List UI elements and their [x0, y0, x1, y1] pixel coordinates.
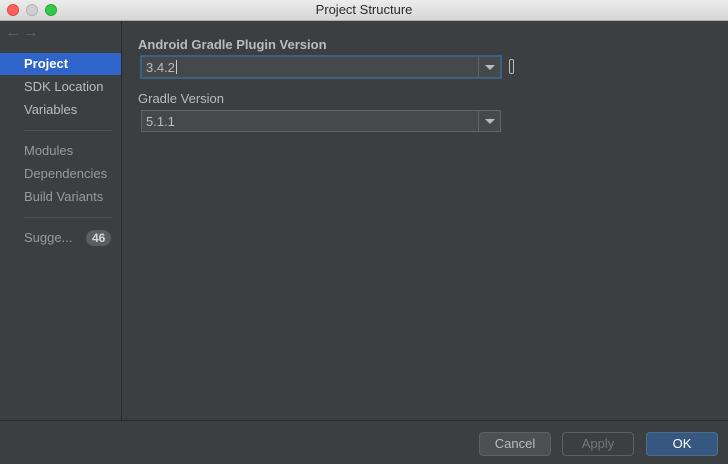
chevron-down-icon: [484, 64, 495, 70]
window-title: Project Structure: [315, 2, 413, 17]
agp-version-combobox[interactable]: 3.4.2: [140, 55, 502, 79]
sidebar-item-build-variants[interactable]: Build Variants: [0, 186, 121, 208]
sidebar-item-sdk-location[interactable]: SDK Location: [0, 76, 121, 98]
sidebar-item-suggestions[interactable]: Sugge... 46: [0, 227, 121, 249]
project-structure-window: Project Structure ← → Project SDK Locatio…: [0, 0, 728, 464]
suggestions-count-badge: 46: [86, 230, 112, 246]
forward-arrow-icon[interactable]: →: [23, 24, 39, 41]
sidebar-divider: [24, 130, 112, 131]
agp-version-value-container: 3.4.2: [146, 57, 177, 77]
gradle-version-label: Gradle Version: [138, 91, 224, 106]
apply-button[interactable]: Apply: [562, 432, 634, 456]
agp-version-dropdown-button[interactable]: [478, 57, 500, 77]
title-bar: Project Structure: [0, 0, 728, 21]
sidebar-item-modules[interactable]: Modules: [0, 140, 121, 162]
text-caret: [175, 60, 177, 74]
sidebar-item-project[interactable]: Project: [0, 53, 121, 75]
sidebar: ← → Project SDK Location Variables Module…: [0, 21, 122, 420]
agp-version-value: 3.4.2: [146, 59, 175, 75]
ok-button[interactable]: OK: [646, 432, 718, 456]
cancel-button[interactable]: Cancel: [479, 432, 551, 456]
dialog-footer: Cancel Apply OK: [0, 420, 728, 464]
chevron-down-icon: [484, 118, 495, 124]
sidebar-divider: [24, 217, 112, 218]
gradle-version-value: 5.1.1: [146, 113, 175, 129]
back-arrow-icon[interactable]: ←: [5, 24, 21, 41]
gradle-version-dropdown-button[interactable]: [478, 111, 500, 131]
sidebar-item-label: Sugge...: [24, 230, 73, 245]
agp-version-label: Android Gradle Plugin Version: [138, 37, 327, 52]
gradle-version-value-container: 5.1.1: [146, 111, 175, 131]
nav-arrows: ← →: [5, 24, 41, 44]
sidebar-item-dependencies[interactable]: Dependencies: [0, 163, 121, 185]
resize-handle[interactable]: [509, 59, 514, 74]
gradle-version-combobox[interactable]: 5.1.1: [141, 110, 501, 132]
sidebar-item-variables[interactable]: Variables: [0, 99, 121, 121]
